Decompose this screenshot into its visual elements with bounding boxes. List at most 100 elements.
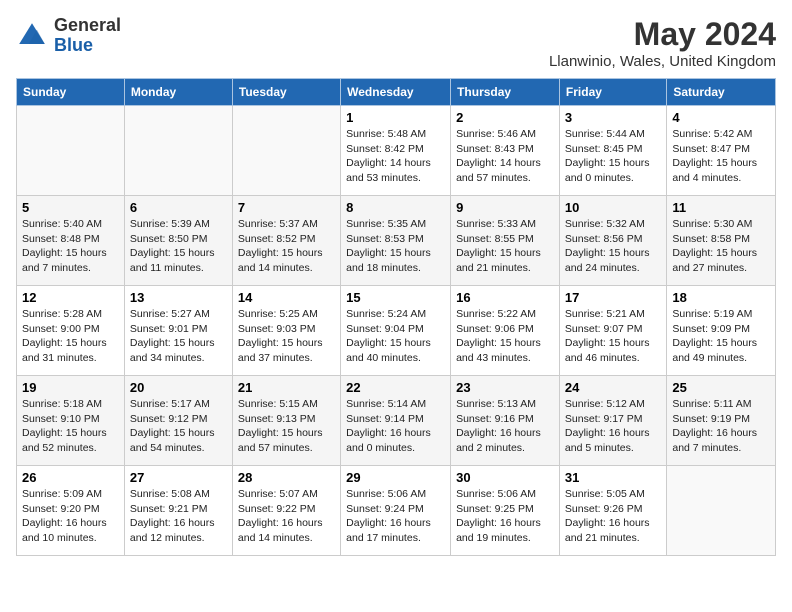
weekday-header-friday: Friday xyxy=(559,79,666,106)
calendar-cell: 20Sunrise: 5:17 AMSunset: 9:12 PMDayligh… xyxy=(124,376,232,466)
day-info: Sunrise: 5:12 AMSunset: 9:17 PMDaylight:… xyxy=(565,397,661,456)
day-info: Sunrise: 5:09 AMSunset: 9:20 PMDaylight:… xyxy=(22,487,119,546)
day-info: Sunrise: 5:39 AMSunset: 8:50 PMDaylight:… xyxy=(130,217,227,276)
weekday-header-tuesday: Tuesday xyxy=(232,79,340,106)
day-info: Sunrise: 5:14 AMSunset: 9:14 PMDaylight:… xyxy=(346,397,445,456)
day-number: 20 xyxy=(130,380,227,395)
day-number: 17 xyxy=(565,290,661,305)
calendar-cell: 7Sunrise: 5:37 AMSunset: 8:52 PMDaylight… xyxy=(232,196,340,286)
day-number: 12 xyxy=(22,290,119,305)
day-number: 15 xyxy=(346,290,445,305)
calendar-cell: 19Sunrise: 5:18 AMSunset: 9:10 PMDayligh… xyxy=(17,376,125,466)
day-number: 4 xyxy=(672,110,770,125)
day-number: 6 xyxy=(130,200,227,215)
day-info: Sunrise: 5:13 AMSunset: 9:16 PMDaylight:… xyxy=(456,397,554,456)
calendar-cell: 10 Sunrise: 5:32 AMSunset: 8:56 PMDayligh… xyxy=(559,196,666,286)
day-info: Sunrise: 5:19 AMSunset: 9:09 PMDaylight:… xyxy=(672,307,770,366)
day-info: Sunrise: 5:42 AMSunset: 8:47 PMDaylight:… xyxy=(672,127,770,186)
day-number: 7 xyxy=(238,200,335,215)
calendar-cell: 5Sunrise: 5:40 AMSunset: 8:48 PMDaylight… xyxy=(17,196,125,286)
weekday-header-thursday: Thursday xyxy=(451,79,560,106)
calendar-cell: 30 Sunrise: 5:06 AMSunset: 9:25 PMDayligh… xyxy=(451,466,560,556)
day-number: 25 xyxy=(672,380,770,395)
location-title: Llanwinio, Wales, United Kingdom xyxy=(549,53,776,70)
logo-text: General Blue xyxy=(54,16,121,56)
day-number: 23 xyxy=(456,380,554,395)
calendar-cell: 12 Sunrise: 5:28 AMSunset: 9:00 PMDayligh… xyxy=(17,286,125,376)
calendar-cell: 15 Sunrise: 5:24 AMSunset: 9:04 PMDayligh… xyxy=(341,286,451,376)
calendar-cell: 23 Sunrise: 5:13 AMSunset: 9:16 PMDayligh… xyxy=(451,376,560,466)
weekday-header-sunday: Sunday xyxy=(17,79,125,106)
day-info: Sunrise: 5:33 AMSunset: 8:55 PMDaylight:… xyxy=(456,217,554,276)
day-info: Sunrise: 5:46 AMSunset: 8:43 PMDaylight:… xyxy=(456,127,554,186)
calendar-cell xyxy=(124,106,232,196)
day-info: Sunrise: 5:32 AMSunset: 8:56 PMDaylight:… xyxy=(565,217,661,276)
day-info: Sunrise: 5:28 AMSunset: 9:00 PMDaylight:… xyxy=(22,307,119,366)
day-info: Sunrise: 5:25 AMSunset: 9:03 PMDaylight:… xyxy=(238,307,335,366)
weekday-header-saturday: Saturday xyxy=(667,79,776,106)
day-number: 24 xyxy=(565,380,661,395)
calendar-cell: 2 Sunrise: 5:46 AMSunset: 8:43 PMDaylight… xyxy=(451,106,560,196)
day-info: Sunrise: 5:08 AMSunset: 9:21 PMDaylight:… xyxy=(130,487,227,546)
calendar-table: SundayMondayTuesdayWednesdayThursdayFrid… xyxy=(16,78,776,556)
calendar-cell: 4 Sunrise: 5:42 AMSunset: 8:47 PMDaylight… xyxy=(667,106,776,196)
day-number: 13 xyxy=(130,290,227,305)
calendar-week-row: 26 Sunrise: 5:09 AMSunset: 9:20 PMDayligh… xyxy=(17,466,776,556)
day-number: 8 xyxy=(346,200,445,215)
day-number: 21 xyxy=(238,380,335,395)
day-number: 10 xyxy=(565,200,661,215)
day-number: 9 xyxy=(456,200,554,215)
calendar-cell: 18 Sunrise: 5:19 AMSunset: 9:09 PMDayligh… xyxy=(667,286,776,376)
day-info: Sunrise: 5:44 AMSunset: 8:45 PMDaylight:… xyxy=(565,127,661,186)
day-number: 18 xyxy=(672,290,770,305)
calendar-cell: 26 Sunrise: 5:09 AMSunset: 9:20 PMDayligh… xyxy=(17,466,125,556)
calendar-cell: 28Sunrise: 5:07 AMSunset: 9:22 PMDayligh… xyxy=(232,466,340,556)
day-number: 22 xyxy=(346,380,445,395)
day-info: Sunrise: 5:06 AMSunset: 9:25 PMDaylight:… xyxy=(456,487,554,546)
day-number: 5 xyxy=(22,200,119,215)
calendar-cell: 21 Sunrise: 5:15 AMSunset: 9:13 PMDayligh… xyxy=(232,376,340,466)
calendar-cell: 31Sunrise: 5:05 AMSunset: 9:26 PMDayligh… xyxy=(559,466,666,556)
calendar-cell: 13 Sunrise: 5:27 AMSunset: 9:01 PMDayligh… xyxy=(124,286,232,376)
calendar-cell: 22 Sunrise: 5:14 AMSunset: 9:14 PMDayligh… xyxy=(341,376,451,466)
calendar-cell: 16 Sunrise: 5:22 AMSunset: 9:06 PMDayligh… xyxy=(451,286,560,376)
day-number: 31 xyxy=(565,470,661,485)
day-number: 11 xyxy=(672,200,770,215)
calendar-cell: 6 Sunrise: 5:39 AMSunset: 8:50 PMDaylight… xyxy=(124,196,232,286)
day-number: 28 xyxy=(238,470,335,485)
calendar-cell xyxy=(17,106,125,196)
calendar-week-row: 19Sunrise: 5:18 AMSunset: 9:10 PMDayligh… xyxy=(17,376,776,466)
day-number: 27 xyxy=(130,470,227,485)
day-number: 3 xyxy=(565,110,661,125)
calendar-cell: 8 Sunrise: 5:35 AMSunset: 8:53 PMDaylight… xyxy=(341,196,451,286)
day-info: Sunrise: 5:22 AMSunset: 9:06 PMDaylight:… xyxy=(456,307,554,366)
calendar-cell: 14Sunrise: 5:25 AMSunset: 9:03 PMDayligh… xyxy=(232,286,340,376)
day-number: 26 xyxy=(22,470,119,485)
day-info: Sunrise: 5:18 AMSunset: 9:10 PMDaylight:… xyxy=(22,397,119,456)
calendar-cell: 25Sunrise: 5:11 AMSunset: 9:19 PMDayligh… xyxy=(667,376,776,466)
day-number: 1 xyxy=(346,110,445,125)
weekday-header-wednesday: Wednesday xyxy=(341,79,451,106)
day-info: Sunrise: 5:24 AMSunset: 9:04 PMDaylight:… xyxy=(346,307,445,366)
day-info: Sunrise: 5:06 AMSunset: 9:24 PMDaylight:… xyxy=(346,487,445,546)
calendar-cell: 3 Sunrise: 5:44 AMSunset: 8:45 PMDaylight… xyxy=(559,106,666,196)
calendar-cell xyxy=(232,106,340,196)
day-info: Sunrise: 5:30 AMSunset: 8:58 PMDaylight:… xyxy=(672,217,770,276)
day-info: Sunrise: 5:27 AMSunset: 9:01 PMDaylight:… xyxy=(130,307,227,366)
calendar-cell: 1Sunrise: 5:48 AMSunset: 8:42 PMDaylight… xyxy=(341,106,451,196)
day-number: 2 xyxy=(456,110,554,125)
title-block: May 2024 Llanwinio, Wales, United Kingdo… xyxy=(549,16,776,70)
weekday-header-row: SundayMondayTuesdayWednesdayThursdayFrid… xyxy=(17,79,776,106)
logo: General Blue xyxy=(16,16,121,56)
calendar-cell: 9 Sunrise: 5:33 AMSunset: 8:55 PMDaylight… xyxy=(451,196,560,286)
day-number: 29 xyxy=(346,470,445,485)
day-number: 16 xyxy=(456,290,554,305)
weekday-header-monday: Monday xyxy=(124,79,232,106)
day-number: 30 xyxy=(456,470,554,485)
day-info: Sunrise: 5:35 AMSunset: 8:53 PMDaylight:… xyxy=(346,217,445,276)
calendar-cell: 29 Sunrise: 5:06 AMSunset: 9:24 PMDayligh… xyxy=(341,466,451,556)
calendar-cell: 27 Sunrise: 5:08 AMSunset: 9:21 PMDayligh… xyxy=(124,466,232,556)
day-info: Sunrise: 5:15 AMSunset: 9:13 PMDaylight:… xyxy=(238,397,335,456)
page-header: General Blue May 2024 Llanwinio, Wales, … xyxy=(16,16,776,70)
calendar-cell: 11 Sunrise: 5:30 AMSunset: 8:58 PMDayligh… xyxy=(667,196,776,286)
